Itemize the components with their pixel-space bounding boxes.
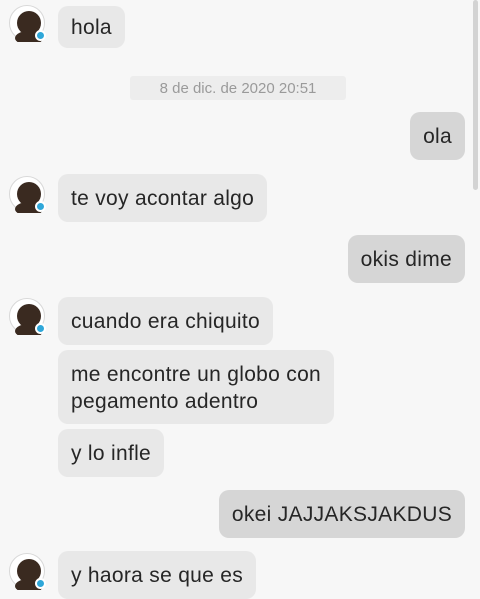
- message-text: y haora se que es: [71, 563, 244, 587]
- timestamp-divider: 8 de dic. de 2020 20:51: [130, 76, 346, 100]
- sender-avatar[interactable]: [9, 176, 46, 213]
- message-text: okis dime: [360, 247, 452, 271]
- message-text: y lo infle: [71, 441, 152, 465]
- online-status-dot-icon: [35, 578, 46, 589]
- scrollbar[interactable]: [473, 0, 478, 190]
- outgoing-message[interactable]: ola: [410, 112, 465, 160]
- message-text: te voy acontar algo: [71, 186, 255, 210]
- message-text: ola: [423, 124, 452, 148]
- incoming-message[interactable]: te voy acontar algo: [58, 174, 268, 222]
- message-text-line: pegamento adentro: [71, 390, 259, 413]
- message-text: hola: [71, 15, 112, 39]
- incoming-message[interactable]: hola: [58, 6, 125, 48]
- message-text-line: me encontre un globo con: [71, 363, 322, 386]
- incoming-message[interactable]: cuando era chiquito: [58, 297, 273, 345]
- sender-avatar[interactable]: [9, 5, 46, 42]
- message-text: cuando era chiquito: [71, 309, 260, 333]
- chat-thread: hola 8 de dic. de 2020 20:51 ola te voy …: [0, 0, 480, 599]
- outgoing-message[interactable]: okei JAJJAKSJAKDUS: [218, 490, 465, 538]
- incoming-message[interactable]: me encontre un globo con pegamento adent…: [58, 350, 335, 424]
- incoming-message[interactable]: y lo infle: [58, 429, 165, 477]
- incoming-message[interactable]: y haora se que es: [58, 551, 257, 599]
- sender-avatar[interactable]: [9, 553, 46, 590]
- online-status-dot-icon: [35, 30, 46, 41]
- timestamp-text: 8 de dic. de 2020 20:51: [159, 79, 317, 97]
- online-status-dot-icon: [35, 201, 46, 212]
- outgoing-message[interactable]: okis dime: [347, 235, 465, 283]
- sender-avatar[interactable]: [9, 298, 46, 335]
- message-text: okei JAJJAKSJAKDUS: [231, 502, 452, 526]
- online-status-dot-icon: [35, 323, 46, 334]
